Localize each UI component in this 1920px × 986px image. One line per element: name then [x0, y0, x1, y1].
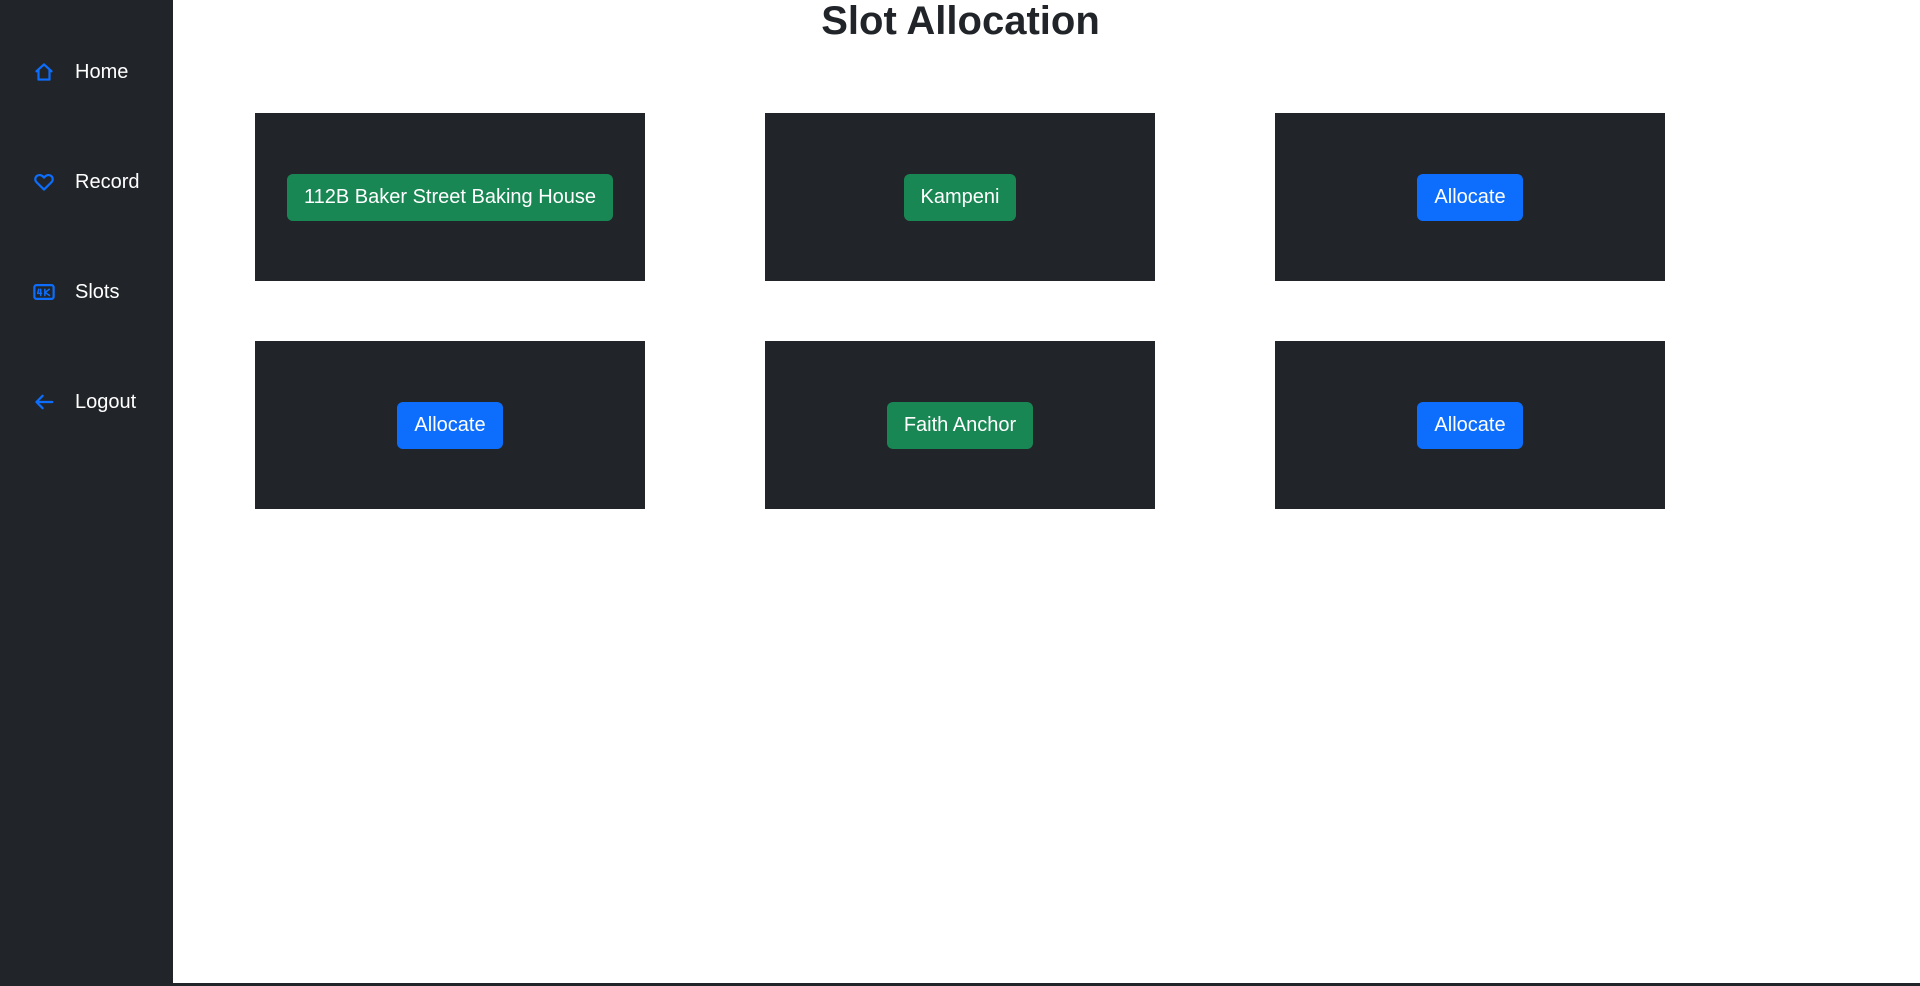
sidebar-item-label: Home [75, 60, 129, 83]
sidebar-item-label: Logout [75, 390, 137, 413]
slot-card: 112B Baker Street Baking House [255, 113, 645, 281]
sidebar-item-record[interactable]: Record [33, 165, 139, 199]
slot-card: Allocate [1275, 113, 1665, 281]
heart-icon [33, 171, 55, 193]
sidebar-item-label: Slots [75, 280, 120, 303]
slot-occupant-button[interactable]: Faith Anchor [886, 401, 1034, 449]
4k-icon [33, 281, 55, 303]
slot-card: Faith Anchor [765, 341, 1155, 509]
sidebar-item-label: Record [75, 170, 140, 193]
allocate-button[interactable]: Allocate [397, 401, 503, 449]
allocate-button[interactable]: Allocate [1417, 173, 1523, 221]
allocate-button[interactable]: Allocate [1417, 401, 1523, 449]
sidebar: Home Record Slots Logout [0, 0, 173, 983]
slot-card: Allocate [1275, 341, 1665, 509]
slot-card: Allocate [255, 341, 645, 509]
app-root: Home Record Slots Logout Slot Allocation… [0, 0, 1920, 986]
slot-card: Kampeni [765, 113, 1155, 281]
sidebar-item-slots[interactable]: Slots [33, 275, 119, 309]
arrow-left-icon [33, 391, 55, 413]
sidebar-item-home[interactable]: Home [33, 55, 128, 89]
slot-occupant-button[interactable]: 112B Baker Street Baking House [286, 173, 614, 221]
page-title: Slot Allocation [821, 0, 1100, 43]
sidebar-item-logout[interactable]: Logout [33, 385, 136, 419]
house-icon [33, 61, 55, 83]
slot-occupant-button[interactable]: Kampeni [903, 173, 1017, 221]
